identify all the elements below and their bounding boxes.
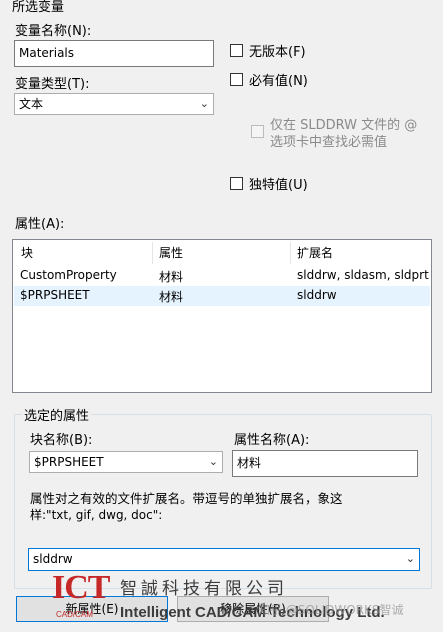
block-name-value: $PRPSHEET <box>34 455 104 469</box>
section-title: 所选变量 <box>12 0 65 15</box>
column-divider <box>290 242 291 264</box>
variable-type-label: 变量类型(T): <box>15 77 90 92</box>
watermark: 知乎 @SOLIDWORKS智诚 <box>258 603 404 617</box>
slddrw-only-checkbox[interactable] <box>251 125 264 138</box>
column-header-extension[interactable]: 扩展名 <box>297 244 333 261</box>
required-label: 必有值(N) <box>249 74 308 89</box>
row-extension: slddrw, sldasm, sldprt <box>297 268 429 282</box>
row-extension: slddrw <box>297 288 337 302</box>
variable-type-value: 文本 <box>19 97 44 111</box>
row-property: 材料 <box>159 270 184 284</box>
company-logo-sub: CAD/CAM <box>56 610 93 619</box>
block-name-select[interactable]: $PRPSHEET ⌄ <box>29 451 223 473</box>
company-name-chinese: 智誠科技有限公司 <box>120 579 288 599</box>
properties-label: 属性(A): <box>15 217 65 232</box>
block-name-label: 块名称(B): <box>30 433 93 448</box>
property-name-label: 属性名称(A): <box>234 433 310 448</box>
selected-property-title: 选定的属性 <box>22 405 92 424</box>
extension-value: slddrw <box>33 552 73 566</box>
extension-hint-line1: 属性对之有效的文件扩展名。带逗号的单独扩展名，象这 <box>30 491 343 506</box>
slddrw-only-label-line2: 选项卡中查找必需值 <box>270 135 388 150</box>
unique-checkbox[interactable] <box>230 177 243 190</box>
no-version-label: 无版本(F) <box>249 45 306 60</box>
property-name-input[interactable]: 材料 <box>232 450 418 477</box>
variable-name-input[interactable]: Materials <box>14 40 214 67</box>
chevron-down-icon: ⌄ <box>208 455 218 468</box>
table-row-selected[interactable]: $PRPSHEET 材料 slddrw <box>14 286 430 306</box>
row-property: 材料 <box>159 290 184 304</box>
chevron-down-icon: ⌄ <box>405 552 415 565</box>
column-header-property[interactable]: 属性 <box>159 244 183 261</box>
row-block: CustomProperty <box>20 268 117 282</box>
unique-label: 独特值(U) <box>249 178 308 193</box>
column-header-block[interactable]: 块 <box>21 244 33 261</box>
required-checkbox[interactable] <box>230 73 243 86</box>
column-divider <box>152 242 153 264</box>
chevron-down-icon: ⌄ <box>199 97 209 110</box>
variable-type-select[interactable]: 文本 ⌄ <box>14 93 214 115</box>
variable-name-label: 变量名称(N): <box>15 24 92 39</box>
no-version-checkbox[interactable] <box>230 44 243 57</box>
extension-hint-line2: 样:"txt, gif, dwg, doc": <box>30 508 163 522</box>
properties-list[interactable]: 块 属性 扩展名 CustomProperty 材料 slddrw, sldas… <box>12 239 432 393</box>
row-block: $PRPSHEET <box>20 288 90 302</box>
table-row[interactable]: CustomProperty 材料 slddrw, sldasm, sldprt <box>14 266 430 286</box>
